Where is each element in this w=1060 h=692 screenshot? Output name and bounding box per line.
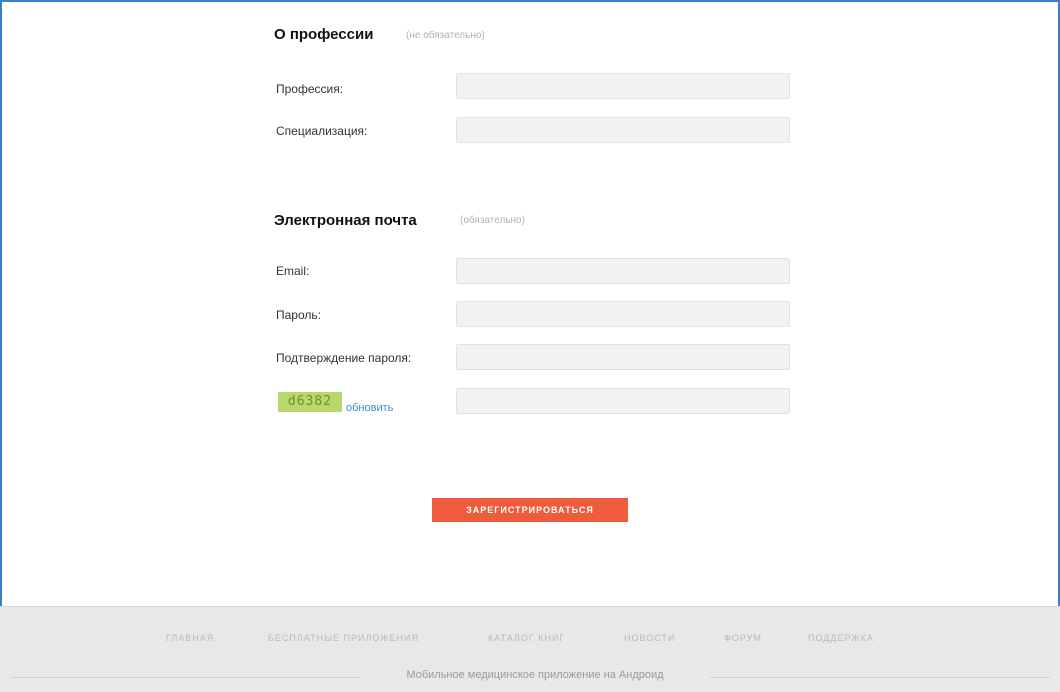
footer-link-news[interactable]: НОВОСТИ: [624, 633, 675, 643]
password-field[interactable]: [456, 301, 790, 327]
captcha-field[interactable]: [456, 388, 790, 414]
captcha-refresh-link[interactable]: обновить: [346, 402, 393, 414]
profession-section-title: О профессии: [274, 26, 374, 43]
email-section-note: (обязательно): [460, 215, 525, 226]
captcha-image: d6382: [278, 392, 342, 412]
footer-link-book-catalog[interactable]: КАТАЛОГ КНИГ: [488, 633, 565, 643]
footer: ГЛАВНАЯ БЕСПЛАТНЫЕ ПРИЛОЖЕНИЯ КАТАЛОГ КН…: [0, 606, 1060, 692]
confirm-password-field[interactable]: [456, 344, 790, 370]
footer-link-forum[interactable]: ФОРУМ: [724, 633, 762, 643]
email-section-title: Электронная почта: [274, 212, 417, 229]
footer-link-free-apps[interactable]: БЕСПЛАТНЫЕ ПРИЛОЖЕНИЯ: [268, 633, 419, 643]
password-label: Пароль:: [276, 308, 321, 322]
profession-label: Профессия:: [276, 82, 344, 96]
specialization-label: Специализация:: [276, 124, 368, 138]
footer-link-support[interactable]: ПОДДЕРЖКА: [808, 633, 874, 643]
specialization-field[interactable]: [456, 117, 790, 143]
register-button[interactable]: ЗАРЕГИСТРИРОВАТЬСЯ: [432, 498, 628, 522]
profession-field[interactable]: [456, 73, 790, 99]
footer-tagline: Мобильное медицинское приложение на Андр…: [360, 669, 710, 681]
confirm-password-label: Подтверждение пароля:: [276, 351, 412, 365]
footer-nav: ГЛАВНАЯ БЕСПЛАТНЫЕ ПРИЛОЖЕНИЯ КАТАЛОГ КН…: [0, 633, 1060, 653]
email-field[interactable]: [456, 258, 790, 284]
profession-section-note: (не обязательно): [406, 30, 485, 41]
email-label: Email:: [276, 264, 310, 278]
registration-form: О профессии (не обязательно) Профессия: …: [2, 2, 1058, 606]
footer-link-home[interactable]: ГЛАВНАЯ: [166, 633, 214, 643]
